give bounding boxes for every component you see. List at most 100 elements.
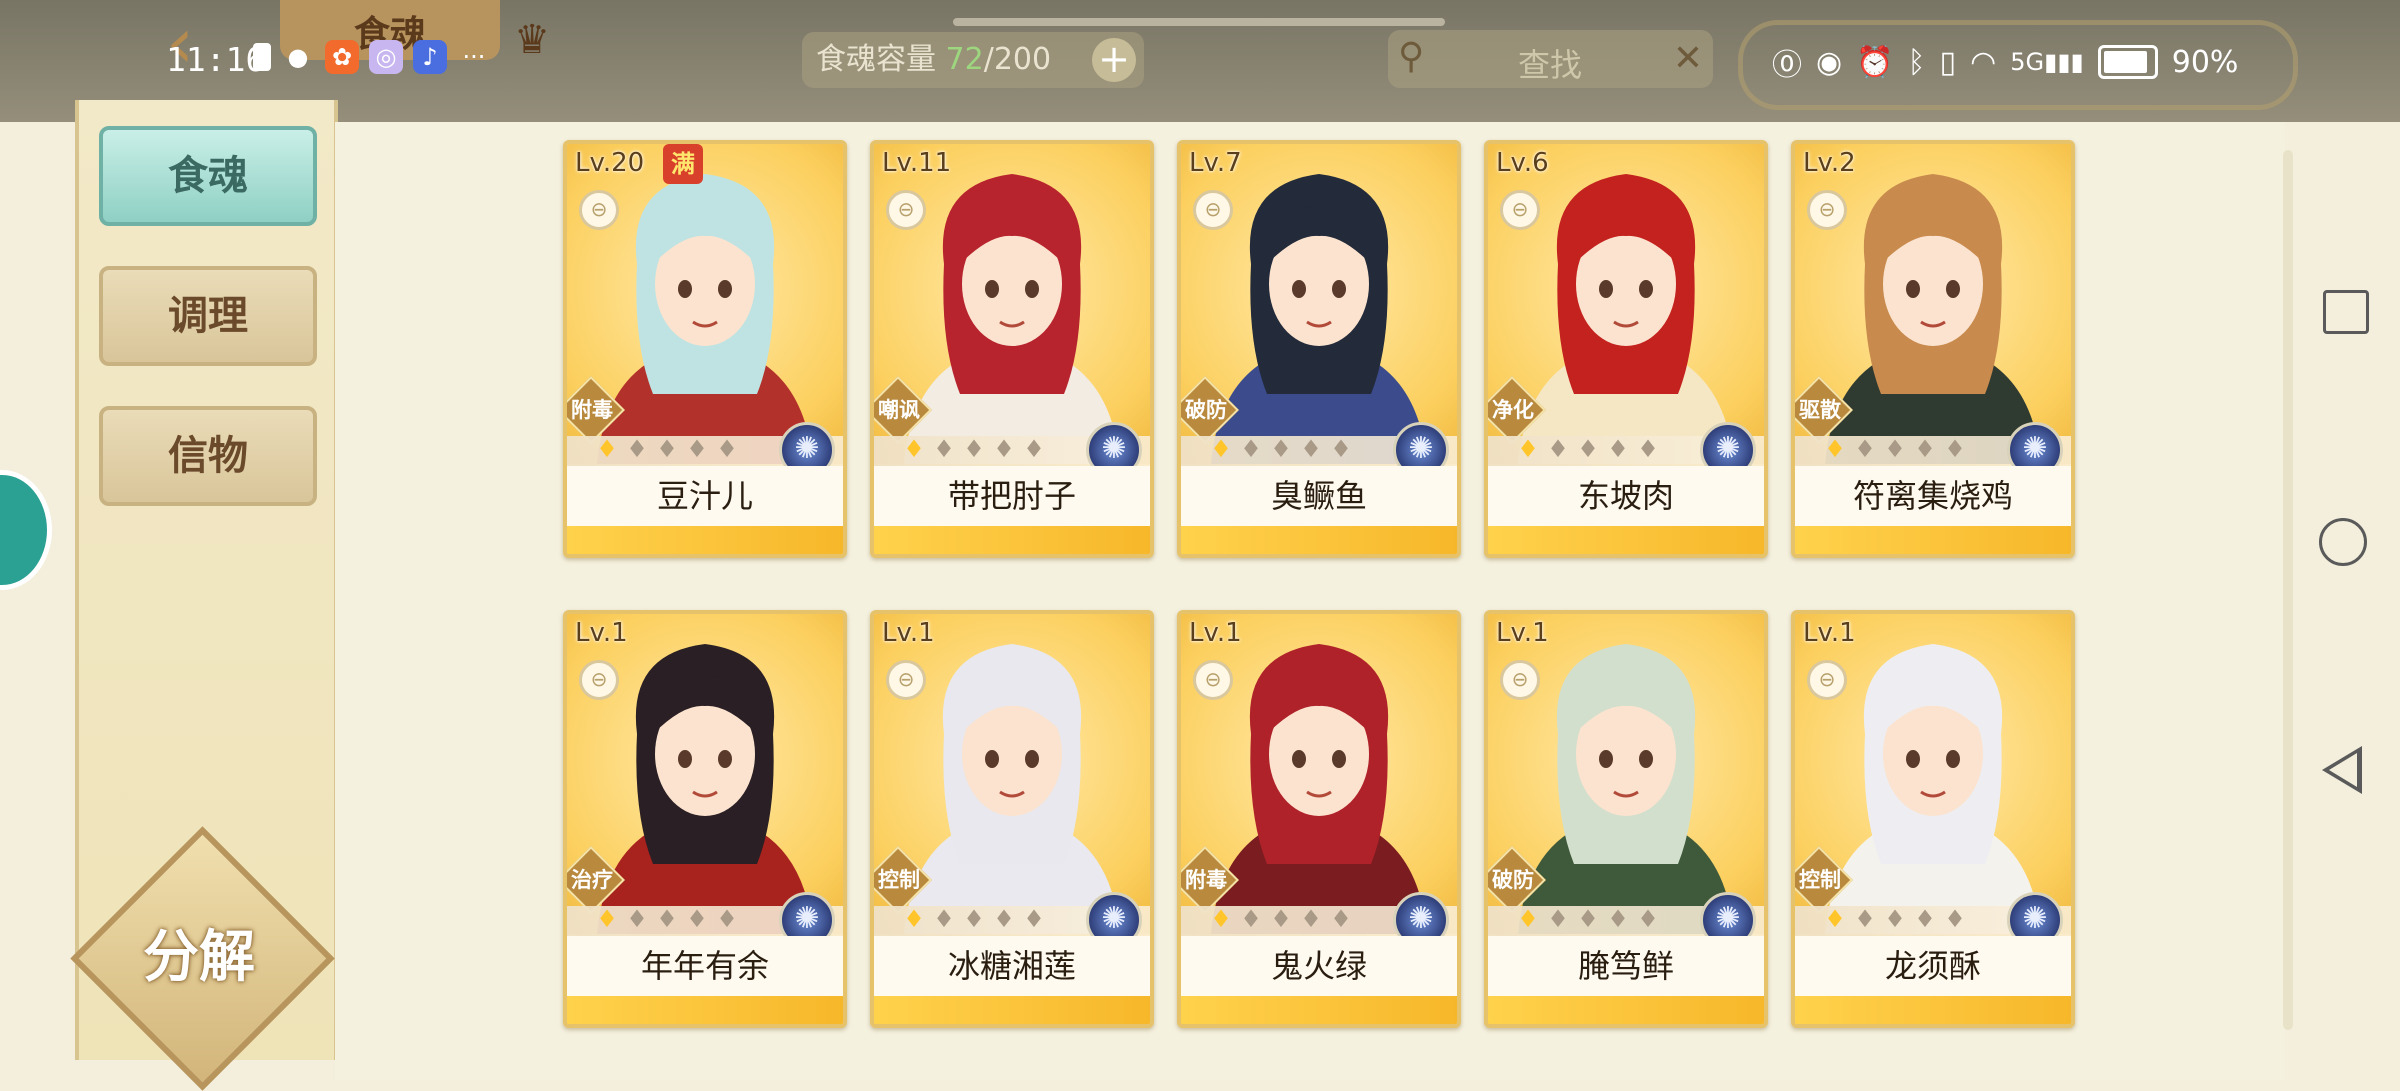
role-badge: 控制 xyxy=(1795,846,1853,914)
star-icon: ♦ xyxy=(1023,905,1045,933)
vibrate-icon: ▯ xyxy=(1939,44,1957,80)
sidebar-item-keepsakes[interactable]: 信物 xyxy=(99,406,317,506)
sidebar-item-conditioning[interactable]: 调理 xyxy=(99,266,317,366)
star-icon: ♦ xyxy=(1517,435,1539,463)
card-footer xyxy=(1795,996,2071,1024)
star-icon: ♦ xyxy=(1637,905,1659,933)
star-icon: ♦ xyxy=(716,905,738,933)
capacity-max: /200 xyxy=(983,42,1052,77)
role-badge: 破防 xyxy=(1488,846,1546,914)
card-footer xyxy=(567,526,843,554)
scrollbar[interactable] xyxy=(2283,150,2293,1030)
star-icon: ♦ xyxy=(1577,905,1599,933)
food-soul-card[interactable]: Lv.7 ⊖ 破防 ♦ ♦ ♦ ♦ ♦ ✺ 臭鳜鱼 xyxy=(1177,140,1461,558)
back-icon[interactable] xyxy=(2322,746,2362,794)
plate-icon: ⊖ xyxy=(1193,190,1233,230)
star-icon: ♦ xyxy=(1944,435,1966,463)
search-input[interactable]: ⚲ 查找 ✕ xyxy=(1388,30,1713,88)
plate-icon: ⊖ xyxy=(1193,660,1233,700)
food-soul-card[interactable]: Lv.1 ⊖ 破防 ♦ ♦ ♦ ♦ ♦ ✺ 腌笃鲜 xyxy=(1484,610,1768,1028)
card-footer xyxy=(1488,526,1764,554)
star-icon: ♦ xyxy=(1607,905,1629,933)
card-name: 龙须酥 xyxy=(1795,936,2071,996)
role-badge: 附毒 xyxy=(1181,846,1239,914)
star-icon: ♦ xyxy=(656,435,678,463)
battery-percent: 90% xyxy=(2171,44,2239,80)
star-icon: ♦ xyxy=(1240,435,1262,463)
star-icon: ♦ xyxy=(1210,435,1232,463)
star-icon: ♦ xyxy=(903,905,925,933)
card-footer xyxy=(1181,526,1457,554)
plate-icon: ⊖ xyxy=(1500,190,1540,230)
status-notification-icons: ● ✿ ◎ ♪ ··· xyxy=(253,40,491,74)
food-soul-card[interactable]: Lv.11 ⊖ 嘲讽 ♦ ♦ ♦ ♦ ♦ ✺ 带把肘子 xyxy=(870,140,1154,558)
level-label: Lv.6 xyxy=(1496,148,1549,178)
level-label: Lv.1 xyxy=(1189,618,1242,648)
crown-icon[interactable]: ♛ xyxy=(508,16,556,64)
card-name: 带把肘子 xyxy=(874,466,1150,526)
card-footer xyxy=(874,526,1150,554)
plate-icon: ⊖ xyxy=(886,660,926,700)
sidebar-item-food-souls[interactable]: 食魂 xyxy=(99,126,317,226)
star-icon: ♦ xyxy=(933,905,955,933)
role-badge: 嘲讽 xyxy=(874,376,932,444)
star-icon: ♦ xyxy=(1547,905,1569,933)
floating-assistant-bubble[interactable] xyxy=(0,470,52,590)
plate-icon: ⊖ xyxy=(579,660,619,700)
bluetooth-icon: ᛒ xyxy=(1907,44,1926,80)
food-soul-card[interactable]: Lv.6 ⊖ 净化 ♦ ♦ ♦ ♦ ♦ ✺ 东坡肉 xyxy=(1484,140,1768,558)
star-icon: ♦ xyxy=(1330,905,1352,933)
card-name: 符离集烧鸡 xyxy=(1795,466,2071,526)
star-icon: ♦ xyxy=(1023,435,1045,463)
food-soul-card[interactable]: Lv.1 ⊖ 控制 ♦ ♦ ♦ ♦ ♦ ✺ 龙须酥 xyxy=(1791,610,2075,1028)
star-icon: ♦ xyxy=(1884,905,1906,933)
role-label: 嘲讽 xyxy=(878,398,920,422)
plate-icon: ⊖ xyxy=(1807,190,1847,230)
card-name: 年年有余 xyxy=(567,936,843,996)
star-icon: ♦ xyxy=(686,435,708,463)
star-icon: ♦ xyxy=(993,435,1015,463)
role-label: 附毒 xyxy=(1185,868,1227,892)
star-icon: ♦ xyxy=(1824,905,1846,933)
star-icon: ♦ xyxy=(1270,905,1292,933)
card-name: 东坡肉 xyxy=(1488,466,1764,526)
level-label: Lv.11 xyxy=(882,148,952,178)
recent-apps-icon[interactable] xyxy=(2323,290,2369,334)
level-label: Lv.2 xyxy=(1803,148,1856,178)
star-icon: ♦ xyxy=(1210,905,1232,933)
food-soul-card[interactable]: Lv.2 ⊖ 驱散 ♦ ♦ ♦ ♦ ♦ ✺ 符离集烧鸡 xyxy=(1791,140,2075,558)
plate-icon: ⊖ xyxy=(1500,660,1540,700)
food-soul-card[interactable]: Lv.1 ⊖ 附毒 ♦ ♦ ♦ ♦ ♦ ✺ 鬼火绿 xyxy=(1177,610,1461,1028)
add-capacity-button[interactable]: + xyxy=(1092,38,1136,82)
star-icon: ♦ xyxy=(1637,435,1659,463)
card-footer xyxy=(1488,996,1764,1024)
role-badge: 附毒 xyxy=(567,376,625,444)
star-icon: ♦ xyxy=(1854,435,1876,463)
role-label: 净化 xyxy=(1492,398,1534,422)
max-level-badge: 满 xyxy=(663,144,703,184)
food-soul-card[interactable]: Lv.20 满 ⊖ 附毒 ♦ ♦ ♦ ♦ ♦ ✺ 豆汁儿 xyxy=(563,140,847,558)
star-icon: ♦ xyxy=(1914,435,1936,463)
star-icon: ♦ xyxy=(1330,435,1352,463)
food-soul-card[interactable]: Lv.1 ⊖ 治疗 ♦ ♦ ♦ ♦ ♦ ✺ 年年有余 xyxy=(563,610,847,1028)
role-badge: 破防 xyxy=(1181,376,1239,444)
star-icon: ♦ xyxy=(1300,905,1322,933)
status-system-icons: ⓪ ◉ ⏰ ᛒ ▯ ◠ 5G▮▮▮ 90% xyxy=(1772,40,2238,84)
star-icon: ♦ xyxy=(993,905,1015,933)
card-footer xyxy=(874,996,1150,1024)
star-icon: ♦ xyxy=(903,435,925,463)
role-label: 破防 xyxy=(1185,398,1227,422)
star-icon: ♦ xyxy=(596,905,618,933)
star-icon: ♦ xyxy=(626,905,648,933)
clear-search-button[interactable]: ✕ xyxy=(1673,38,1703,79)
decompose-label: 分解 xyxy=(143,924,255,990)
level-label: Lv.20 xyxy=(575,148,645,178)
role-label: 驱散 xyxy=(1799,398,1841,422)
plate-icon: ⊖ xyxy=(886,190,926,230)
role-label: 附毒 xyxy=(571,398,613,422)
search-placeholder: 查找 xyxy=(1518,46,1583,84)
signal-icon: 5G▮▮▮ xyxy=(2010,48,2084,76)
home-icon[interactable] xyxy=(2319,518,2367,566)
card-name: 豆汁儿 xyxy=(567,466,843,526)
food-soul-card[interactable]: Lv.1 ⊖ 控制 ♦ ♦ ♦ ♦ ♦ ✺ 冰糖湘莲 xyxy=(870,610,1154,1028)
